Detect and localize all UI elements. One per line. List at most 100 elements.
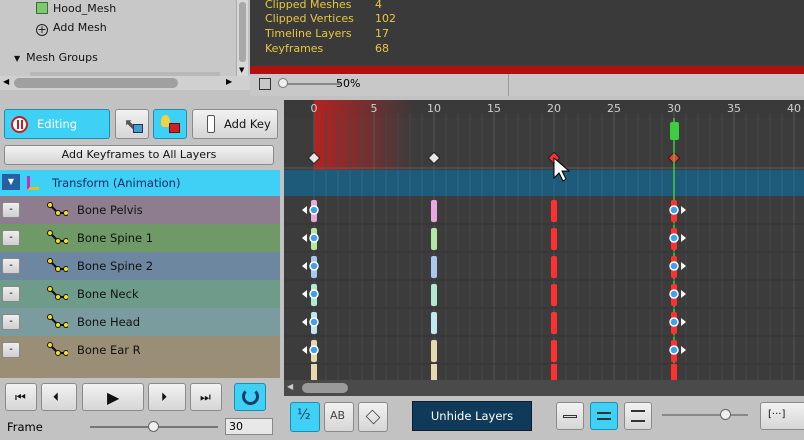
stat-row: Keyframes 68	[265, 42, 389, 55]
ab-icon: AB	[330, 409, 346, 422]
row-size-large-button[interactable]	[624, 402, 652, 430]
range-start-marker	[314, 100, 414, 170]
hierarchy-vertical-scrollbar[interactable]: ▼	[236, 0, 248, 78]
arrow-right-icon	[681, 318, 686, 326]
scroll-left-icon[interactable]: ◀	[287, 382, 293, 391]
zoom-bar: 50%	[250, 74, 804, 96]
loop-toggle-button[interactable]	[234, 383, 266, 411]
step-forward-icon: ⏵	[161, 390, 168, 404]
ruler-tick-label: 10	[427, 102, 441, 115]
timeline-panel[interactable]: 0 5 10 15 20 25 30 35 40	[284, 100, 804, 380]
keyframe	[551, 228, 557, 250]
key-handle	[309, 345, 319, 355]
layers-view-button[interactable]	[358, 402, 388, 432]
tree-item-hood-mesh[interactable]: Hood_Mesh	[36, 0, 116, 18]
collapse-button[interactable]: -	[2, 342, 20, 358]
keyframe	[551, 256, 557, 278]
ruler-tick-label: 30	[667, 102, 681, 115]
hierarchy-horizontal-scrollbar[interactable]: ◀ ▶	[0, 76, 250, 90]
stat-row: Timeline Layers 17	[265, 27, 389, 40]
last-frame-button[interactable]: ⏭	[190, 383, 222, 411]
skip-end-icon: ⏭	[200, 390, 211, 404]
fit-width-icon: [···]	[768, 409, 786, 420]
layer-row[interactable]: - Bone Ear R	[0, 336, 280, 364]
frame-input[interactable]: 30	[225, 418, 273, 435]
layer-row[interactable]: - Bone Head	[0, 308, 280, 336]
keyframe	[551, 200, 557, 222]
arrow-left-icon	[302, 206, 307, 214]
next-frame-button[interactable]: ⏵	[148, 383, 186, 411]
ruler-tick-label: 25	[607, 102, 621, 115]
collapse-button[interactable]: -	[2, 286, 20, 302]
scrollbar-thumb[interactable]	[239, 2, 246, 62]
row-size-small-button[interactable]	[556, 402, 584, 430]
pause-bars-icon	[17, 120, 23, 129]
editing-toggle-button[interactable]: Editing	[4, 109, 110, 139]
scroll-down-icon[interactable]: ▼	[239, 66, 244, 74]
alpha-mode-button[interactable]: AB	[324, 402, 354, 432]
scroll-right-icon[interactable]: ▶	[226, 77, 232, 86]
bone-icon	[46, 201, 69, 219]
row-size-medium-button[interactable]	[590, 402, 618, 430]
keyframe	[551, 312, 557, 334]
scrollbar-thumb[interactable]	[302, 383, 348, 393]
layer-row[interactable]: - Bone Pelvis	[0, 196, 280, 224]
unhide-layers-button[interactable]: Unhide Layers	[412, 401, 532, 431]
first-frame-button[interactable]: ⏮	[5, 383, 37, 411]
timeline-canvas[interactable]: 0 5 10 15 20 25 30 35 40	[284, 100, 804, 380]
collapse-button[interactable]: -	[2, 230, 20, 246]
add-mesh-button[interactable]: + Add Mesh	[36, 19, 107, 37]
collapse-button[interactable]: -	[2, 314, 20, 330]
stats-overlay: Clipped Meshes 4 Clipped Vertices 102 Time…	[250, 0, 804, 68]
medium-row-icon	[597, 412, 611, 420]
collapse-button[interactable]: -	[2, 202, 20, 218]
lock-keys-button[interactable]	[153, 109, 187, 139]
zoom-slider[interactable]	[280, 83, 340, 85]
key-handle	[309, 233, 319, 243]
keyframe	[431, 284, 437, 306]
frame-slider-handle[interactable]	[148, 421, 159, 432]
layer-row[interactable]: - Bone Spine 1	[0, 224, 280, 252]
lock-layer-button[interactable]: ⬉	[115, 109, 149, 139]
arrow-right-icon	[681, 262, 686, 270]
collapse-button[interactable]: -	[2, 258, 20, 274]
zoom-slider-handle[interactable]	[278, 78, 288, 88]
add-key-button[interactable]: Add Key	[192, 109, 278, 139]
transform-row[interactable]: ▼ Transform (Animation)	[0, 170, 280, 196]
expand-icon[interactable]: ▼	[2, 174, 20, 190]
arrow-right-icon	[681, 234, 686, 242]
play-button[interactable]: ▶	[82, 383, 144, 411]
collapse-arrow-icon[interactable]: ▼	[14, 54, 20, 63]
frame-label: Frame	[7, 420, 43, 434]
arrow-left-icon	[302, 234, 307, 242]
tree-item-mesh-groups[interactable]: ▼ Mesh Groups	[14, 49, 98, 67]
mesh-icon	[36, 2, 48, 14]
fit-view-icon[interactable]	[259, 78, 271, 90]
scrollbar-thumb[interactable]	[14, 78, 178, 88]
key-handle	[309, 205, 319, 215]
ruler-tick-label: 20	[547, 102, 561, 115]
loop-icon	[242, 388, 259, 405]
zoom-slider[interactable]	[662, 414, 748, 416]
layer-row[interactable]: - Bone Neck	[0, 280, 280, 308]
stat-row: Clipped Vertices 102	[265, 12, 396, 25]
scroll-left-icon[interactable]: ◀	[3, 77, 9, 86]
arrow-right-icon	[681, 290, 686, 298]
prev-frame-button[interactable]: ⏴	[41, 383, 77, 411]
fit-timeline-button[interactable]: [···]	[760, 402, 804, 430]
timeline-horizontal-scrollbar[interactable]: ◀	[284, 380, 804, 396]
key-handle	[669, 205, 679, 215]
hierarchy-panel: Hood_Mesh + Add Mesh ▼ Mesh Groups	[0, 0, 236, 78]
zoom-label: 50%	[336, 77, 361, 90]
number-mode-button[interactable]: ½	[290, 402, 320, 432]
keyframe	[431, 340, 437, 362]
ruler-tick-label: 40	[787, 102, 801, 115]
zoom-slider-handle[interactable]	[720, 409, 731, 420]
bone-icon	[46, 257, 69, 275]
arrow-right-icon	[681, 346, 686, 354]
playback-bar: ⏮ ⏴ ▶ ⏵ ⏭ Frame 30	[0, 378, 284, 440]
add-keyframes-all-button[interactable]: Add Keyframes to All Layers	[4, 145, 274, 165]
layer-row[interactable]: - Bone Spine 2	[0, 252, 280, 280]
keyframe	[431, 312, 437, 334]
key-handle	[669, 317, 679, 327]
